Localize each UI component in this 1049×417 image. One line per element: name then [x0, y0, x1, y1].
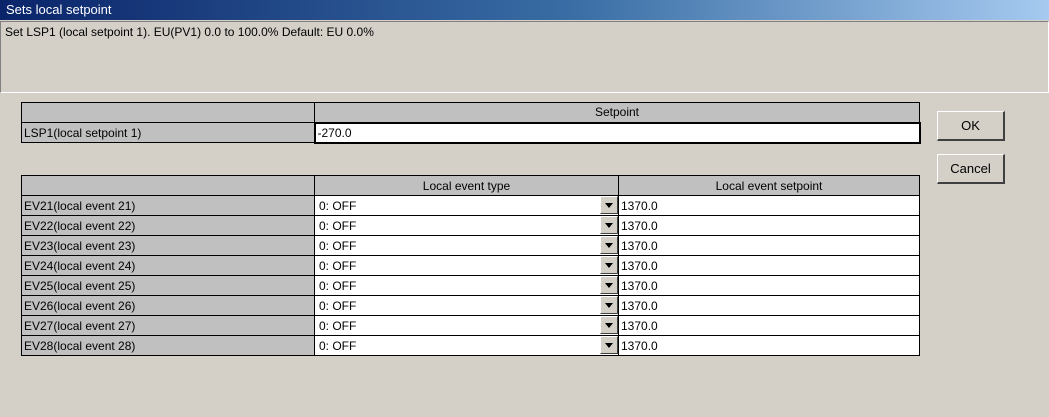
- event-row: EV24(local event 24) 0: OFF 1370.0: [21, 255, 920, 276]
- event-row-label: EV27(local event 27): [21, 315, 315, 336]
- event-type-value: 0: OFF: [319, 259, 357, 273]
- event-setpoint-input[interactable]: 1370.0: [618, 335, 920, 356]
- lsp1-setpoint-input[interactable]: -270.0: [313, 121, 921, 144]
- description-text: Set LSP1 (local setpoint 1). EU(PV1) 0.0…: [5, 25, 374, 39]
- setpoint-header: Setpoint: [314, 102, 920, 123]
- setpoint-corner-header: [21, 102, 315, 123]
- event-row-label: EV25(local event 25): [21, 275, 315, 296]
- event-setpoint-input[interactable]: 1370.0: [618, 275, 920, 296]
- event-setpoint-input[interactable]: 1370.0: [618, 215, 920, 236]
- event-type-value: 0: OFF: [319, 279, 357, 293]
- event-row: EV28(local event 28) 0: OFF 1370.0: [21, 335, 920, 356]
- event-row-label: EV23(local event 23): [21, 235, 315, 256]
- event-setpoint-input[interactable]: 1370.0: [618, 315, 920, 336]
- event-type-value: 0: OFF: [319, 339, 357, 353]
- event-type-value: 0: OFF: [319, 299, 357, 313]
- event-type-select[interactable]: 0: OFF: [314, 275, 619, 296]
- chevron-down-icon[interactable]: [600, 236, 618, 254]
- event-setpoint-header: Local event setpoint: [618, 175, 920, 196]
- chevron-down-icon[interactable]: [600, 216, 618, 234]
- event-table: Local event type Local event setpoint EV…: [21, 175, 920, 356]
- event-row-label: EV21(local event 21): [21, 195, 315, 216]
- event-setpoint-input[interactable]: 1370.0: [618, 195, 920, 216]
- cancel-button[interactable]: Cancel: [937, 154, 1005, 184]
- event-row: EV27(local event 27) 0: OFF 1370.0: [21, 315, 920, 336]
- chevron-down-icon[interactable]: [600, 296, 618, 314]
- chevron-down-icon[interactable]: [600, 276, 618, 294]
- event-row-label: EV28(local event 28): [21, 335, 315, 356]
- event-type-value: 0: OFF: [319, 319, 357, 333]
- chevron-down-icon[interactable]: [600, 336, 618, 354]
- event-setpoint-input[interactable]: 1370.0: [618, 255, 920, 276]
- window-title: Sets local setpoint: [0, 0, 1049, 20]
- event-type-select[interactable]: 0: OFF: [314, 235, 619, 256]
- event-row-label: EV26(local event 26): [21, 295, 315, 316]
- event-type-select[interactable]: 0: OFF: [314, 195, 619, 216]
- event-type-select[interactable]: 0: OFF: [314, 335, 619, 356]
- event-type-value: 0: OFF: [319, 239, 357, 253]
- event-row: EV25(local event 25) 0: OFF 1370.0: [21, 275, 920, 296]
- event-row: EV22(local event 22) 0: OFF 1370.0: [21, 215, 920, 236]
- chevron-down-icon[interactable]: [600, 256, 618, 274]
- chevron-down-icon[interactable]: [600, 316, 618, 334]
- event-type-value: 0: OFF: [319, 219, 357, 233]
- event-row-label: EV24(local event 24): [21, 255, 315, 276]
- chevron-down-icon[interactable]: [600, 196, 618, 214]
- event-setpoint-input[interactable]: 1370.0: [618, 235, 920, 256]
- event-row: EV23(local event 23) 0: OFF 1370.0: [21, 235, 920, 256]
- event-type-value: 0: OFF: [319, 199, 357, 213]
- event-type-select[interactable]: 0: OFF: [314, 215, 619, 236]
- event-row-label: EV22(local event 22): [21, 215, 315, 236]
- description-panel: Set LSP1 (local setpoint 1). EU(PV1) 0.0…: [0, 21, 1049, 93]
- event-row: EV21(local event 21) 0: OFF 1370.0: [21, 195, 920, 216]
- event-type-select[interactable]: 0: OFF: [314, 295, 619, 316]
- event-type-select[interactable]: 0: OFF: [314, 255, 619, 276]
- event-type-header: Local event type: [314, 175, 619, 196]
- event-type-select[interactable]: 0: OFF: [314, 315, 619, 336]
- event-setpoint-input[interactable]: 1370.0: [618, 295, 920, 316]
- ok-button[interactable]: OK: [937, 111, 1005, 141]
- event-corner-header: [21, 175, 315, 196]
- lsp1-label: LSP1(local setpoint 1): [21, 122, 315, 143]
- setpoint-table: Setpoint LSP1(local setpoint 1) -270.0: [21, 102, 921, 144]
- event-row: EV26(local event 26) 0: OFF 1370.0: [21, 295, 920, 316]
